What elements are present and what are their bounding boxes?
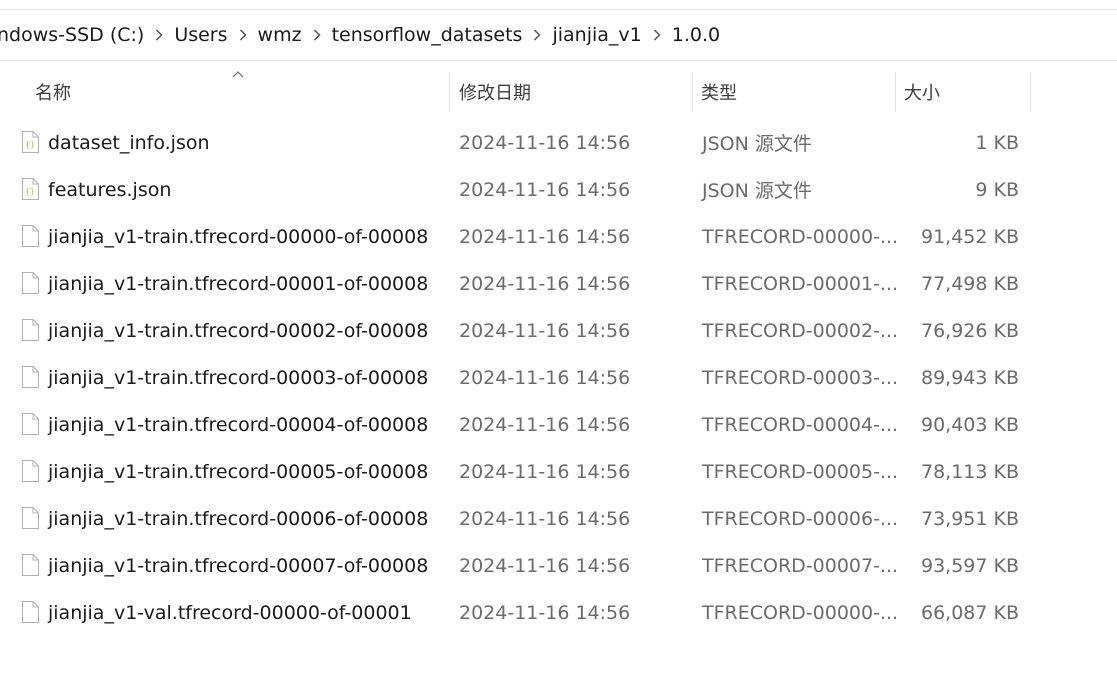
file-size: 78,113 KB xyxy=(920,460,1019,483)
file-row[interactable]: jianjia_v1-train.tfrecord-00000-of-00008… xyxy=(0,213,1117,260)
blank-file-icon xyxy=(22,460,39,482)
file-size: 66,087 KB xyxy=(920,601,1019,624)
file-type: TFRECORD-00005-... xyxy=(702,460,899,483)
file-modified-date: 2024-11-16 14:56 xyxy=(459,460,631,483)
file-name: jianjia_v1-train.tfrecord-00004-of-00008 xyxy=(48,413,429,436)
breadcrumb-item-drive[interactable]: ndows-SSD (C:) xyxy=(0,24,144,46)
file-type: TFRECORD-00002-... xyxy=(702,319,899,342)
blank-file-icon xyxy=(22,366,39,388)
breadcrumb-item-version[interactable]: 1.0.0 xyxy=(672,24,720,46)
file-type: TFRECORD-00007-... xyxy=(702,554,899,577)
file-type: TFRECORD-00001-... xyxy=(702,272,899,295)
file-modified-date: 2024-11-16 14:56 xyxy=(459,507,631,530)
file-size: 9 KB xyxy=(975,178,1019,201)
file-size: 76,926 KB xyxy=(920,319,1019,342)
file-modified-date: 2024-11-16 14:56 xyxy=(459,178,631,201)
file-list: {} dataset_info.json 2024-11-16 14:56 JS… xyxy=(0,119,1117,636)
file-name: jianjia_v1-train.tfrecord-00003-of-00008 xyxy=(48,366,429,389)
file-modified-date: 2024-11-16 14:56 xyxy=(459,601,631,624)
file-size: 93,597 KB xyxy=(920,554,1019,577)
file-modified-date: 2024-11-16 14:56 xyxy=(459,554,631,577)
file-name: jianjia_v1-train.tfrecord-00001-of-00008 xyxy=(48,272,429,295)
file-size: 89,943 KB xyxy=(920,366,1019,389)
file-row[interactable]: jianjia_v1-train.tfrecord-00004-of-00008… xyxy=(0,401,1117,448)
file-row[interactable]: jianjia_v1-train.tfrecord-00002-of-00008… xyxy=(0,307,1117,354)
chevron-right-icon[interactable] xyxy=(302,29,332,41)
file-name: jianjia_v1-train.tfrecord-00006-of-00008 xyxy=(48,507,429,530)
chevron-right-icon[interactable] xyxy=(144,29,174,41)
blank-file-icon xyxy=(22,507,39,529)
file-row[interactable]: jianjia_v1-train.tfrecord-00007-of-00008… xyxy=(0,542,1117,589)
column-divider[interactable] xyxy=(1030,72,1031,112)
column-divider[interactable] xyxy=(895,72,896,112)
file-type: TFRECORD-00004-... xyxy=(702,413,899,436)
column-divider[interactable] xyxy=(449,72,450,112)
file-name: jianjia_v1-train.tfrecord-00002-of-00008 xyxy=(48,319,429,342)
file-type: TFRECORD-00006-... xyxy=(702,507,899,530)
file-name: jianjia_v1-train.tfrecord-00000-of-00008 xyxy=(48,225,429,248)
blank-file-icon xyxy=(22,319,39,341)
file-modified-date: 2024-11-16 14:56 xyxy=(459,225,631,248)
json-file-icon: {} xyxy=(22,178,39,200)
file-row[interactable]: jianjia_v1-val.tfrecord-00000-of-00001 2… xyxy=(0,589,1117,636)
column-header-name[interactable]: 名称 xyxy=(35,70,71,114)
chevron-right-icon[interactable] xyxy=(228,29,258,41)
blank-file-icon xyxy=(22,225,39,247)
file-name: jianjia_v1-val.tfrecord-00000-of-00001 xyxy=(48,601,412,624)
svg-text:{}: {} xyxy=(25,140,35,149)
file-type: JSON 源文件 xyxy=(702,180,812,202)
address-bar-breadcrumb[interactable]: ndows-SSD (C:) Users wmz tensorflow_data… xyxy=(0,10,1117,61)
file-row[interactable]: jianjia_v1-train.tfrecord-00006-of-00008… xyxy=(0,495,1117,542)
chevron-right-icon[interactable] xyxy=(522,29,552,41)
file-modified-date: 2024-11-16 14:56 xyxy=(459,319,631,342)
file-size: 91,452 KB xyxy=(920,225,1019,248)
file-type: TFRECORD-00000-... xyxy=(702,225,899,248)
file-type: TFRECORD-00000-... xyxy=(702,601,899,624)
file-name: jianjia_v1-train.tfrecord-00005-of-00008 xyxy=(48,460,429,483)
file-name: features.json xyxy=(48,178,172,201)
column-header-size[interactable]: 大小 xyxy=(904,70,940,114)
file-modified-date: 2024-11-16 14:56 xyxy=(459,366,631,389)
file-modified-date: 2024-11-16 14:56 xyxy=(459,272,631,295)
file-size: 73,951 KB xyxy=(920,507,1019,530)
file-name: jianjia_v1-train.tfrecord-00007-of-00008 xyxy=(48,554,429,577)
chevron-right-icon[interactable] xyxy=(642,29,672,41)
column-header-date[interactable]: 修改日期 xyxy=(459,70,531,114)
sort-ascending-icon[interactable] xyxy=(232,70,244,78)
file-name: dataset_info.json xyxy=(48,131,210,154)
file-size: 90,403 KB xyxy=(920,413,1019,436)
blank-file-icon xyxy=(22,272,39,294)
breadcrumb-item-jianjia-v1[interactable]: jianjia_v1 xyxy=(552,24,641,46)
breadcrumb-item-users[interactable]: Users xyxy=(174,24,227,46)
file-row[interactable]: jianjia_v1-train.tfrecord-00005-of-00008… xyxy=(0,448,1117,495)
blank-file-icon xyxy=(22,554,39,576)
blank-file-icon xyxy=(22,601,39,623)
column-header-row: 名称 修改日期 类型 大小 xyxy=(0,70,1117,114)
file-row[interactable]: {} dataset_info.json 2024-11-16 14:56 JS… xyxy=(0,119,1117,166)
file-modified-date: 2024-11-16 14:56 xyxy=(459,131,631,154)
file-type: TFRECORD-00003-... xyxy=(702,366,899,389)
file-size: 77,498 KB xyxy=(920,272,1019,295)
breadcrumb-item-wmz[interactable]: wmz xyxy=(258,24,302,46)
blank-file-icon xyxy=(22,413,39,435)
svg-text:{}: {} xyxy=(25,187,35,196)
file-type: JSON 源文件 xyxy=(702,133,812,155)
column-divider[interactable] xyxy=(692,72,693,112)
breadcrumb-item-tensorflow-datasets[interactable]: tensorflow_datasets xyxy=(332,24,523,46)
json-file-icon: {} xyxy=(22,131,39,153)
file-row[interactable]: jianjia_v1-train.tfrecord-00001-of-00008… xyxy=(0,260,1117,307)
file-row[interactable]: jianjia_v1-train.tfrecord-00003-of-00008… xyxy=(0,354,1117,401)
file-size: 1 KB xyxy=(975,131,1019,154)
column-header-type[interactable]: 类型 xyxy=(701,70,737,114)
file-row[interactable]: {} features.json 2024-11-16 14:56 JSON 源… xyxy=(0,166,1117,213)
file-modified-date: 2024-11-16 14:56 xyxy=(459,413,631,436)
